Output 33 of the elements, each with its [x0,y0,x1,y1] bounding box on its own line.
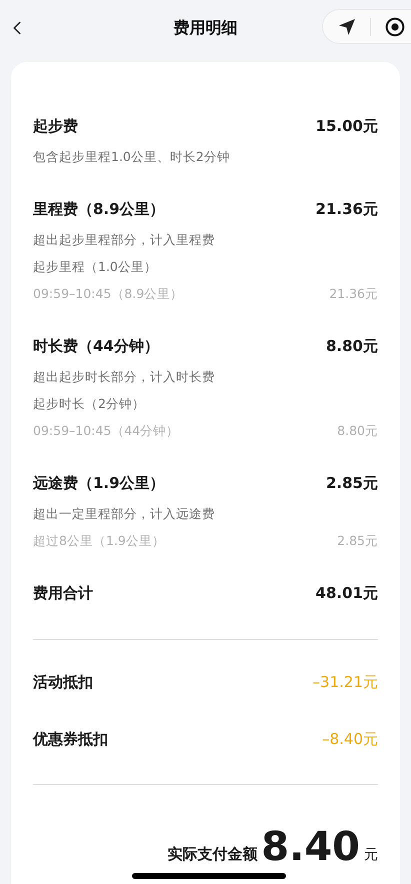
fee-title: 远途费（1.9公里） [33,472,165,494]
navigation-arrow-icon [338,18,356,36]
discount-amount: –31.21元 [312,672,378,693]
fee-note: 超出起步时长部分，计入时长费 [33,368,215,386]
fee-detail: 09:59–10:45（8.9公里） [33,285,184,304]
discount-title: 优惠券抵扣 [33,728,108,750]
fee-note: 起步时长（2分钟） [33,395,145,414]
fee-title: 时长费（44分钟） [33,336,159,357]
fee-detail-amount: 21.36元 [329,285,378,304]
fee-title: 起步费 [33,116,78,137]
payment-amount: 8.40 [261,825,360,869]
fee-amount: 8.80元 [326,336,378,357]
fee-detail-amount: 8.80元 [337,422,378,440]
fee-note: 包含起步里程1.0公里、时长2分钟 [33,148,230,166]
fee-title: 里程费（8.9公里） [33,198,165,220]
fee-amount: 21.36元 [316,198,378,220]
fee-amount: 48.01元 [316,582,378,604]
payment-label: 实际支付金额 [167,844,258,864]
target-icon [385,16,405,36]
payment-unit: 元 [364,846,378,865]
fee-detail-amount: 2.85元 [337,532,378,550]
target-button[interactable] [384,16,406,38]
discount-title: 活动抵扣 [33,672,93,693]
fee-note: 超出一定里程部分，计入远途费 [33,505,215,524]
fee-detail: 09:59–10:45（44分钟） [33,422,180,440]
fee-amount: 15.00元 [316,116,378,137]
discount-amount: –8.40元 [322,728,378,750]
fee-amount: 2.85元 [326,472,378,494]
fee-note: 起步里程（1.0公里） [33,258,157,276]
fee-detail: 超过8公里（1.9公里） [33,532,165,550]
page-title: 费用明细 [174,16,238,38]
fee-title: 费用合计 [33,582,93,604]
fee-note: 超出起步里程部分，计入里程费 [33,231,215,250]
